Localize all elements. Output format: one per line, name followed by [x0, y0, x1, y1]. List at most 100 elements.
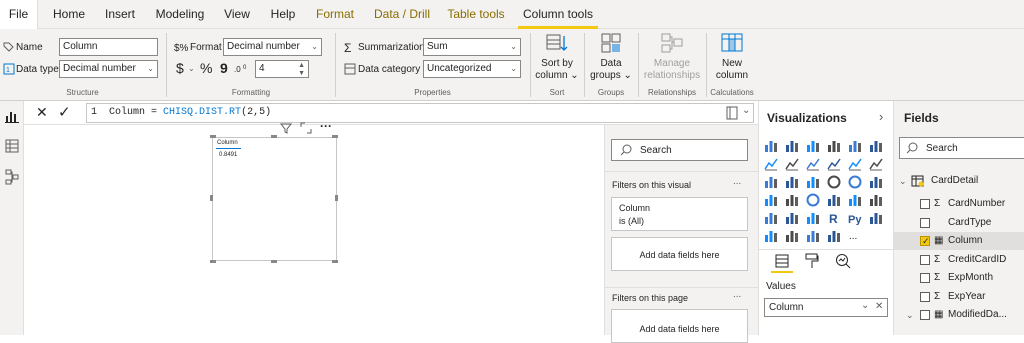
- format-select[interactable]: Decimal number ⌄: [223, 38, 322, 56]
- field-item[interactable]: Σ ExpYear: [894, 288, 1024, 306]
- report-canvas[interactable]: ··· Column 0.8491: [24, 119, 604, 335]
- values-field-well[interactable]: Column ⌄ ✕: [764, 298, 888, 317]
- funnel-icon[interactable]: [785, 175, 799, 189]
- 100-bar-icon[interactable]: [848, 139, 862, 153]
- treemap-icon[interactable]: [869, 175, 883, 189]
- filters-search-box[interactable]: Search: [611, 139, 748, 161]
- pie-chart-icon[interactable]: [827, 175, 841, 189]
- field-checkbox[interactable]: ✓: [920, 236, 930, 246]
- chevron-down-icon[interactable]: ⌄: [906, 306, 914, 324]
- field-item[interactable]: Σ ExpMonth: [894, 269, 1024, 287]
- stacked-bar-icon[interactable]: [764, 139, 778, 153]
- resize-handle[interactable]: [210, 260, 216, 263]
- python-visual-icon[interactable]: Py: [848, 211, 862, 225]
- name-input[interactable]: Column: [59, 38, 158, 56]
- more-visuals-icon[interactable]: ...: [848, 229, 862, 243]
- more-options-icon[interactable]: ...: [733, 289, 741, 300]
- sort-by-column-button[interactable]: Sort by column ⌄: [533, 31, 581, 87]
- menu-format[interactable]: Format: [310, 0, 360, 29]
- field-checkbox[interactable]: [920, 254, 930, 265]
- menu-help[interactable]: Help: [264, 0, 302, 29]
- cancel-formula-icon[interactable]: ✕: [36, 104, 48, 121]
- data-view-icon[interactable]: [5, 139, 19, 153]
- chevron-down-icon[interactable]: ⌄: [742, 105, 750, 116]
- currency-button[interactable]: $: [176, 60, 184, 76]
- card-visual[interactable]: Column 0.8491: [212, 137, 337, 261]
- chevron-down-icon[interactable]: ⌄: [861, 300, 869, 311]
- clustered-column-icon[interactable]: [827, 139, 841, 153]
- stacked-column-icon[interactable]: [785, 139, 799, 153]
- table-icon[interactable]: [785, 211, 799, 225]
- percent-button[interactable]: %: [200, 60, 212, 76]
- menu-table-tools[interactable]: Table tools: [444, 0, 508, 29]
- menu-modeling[interactable]: Modeling: [150, 0, 210, 29]
- field-item[interactable]: Σ CreditCardID: [894, 251, 1024, 269]
- paint-roller-icon[interactable]: [805, 253, 819, 269]
- field-checkbox[interactable]: [920, 291, 930, 302]
- clustered-bar-icon[interactable]: [806, 139, 820, 153]
- field-checkbox[interactable]: [920, 273, 930, 283]
- field-checkbox[interactable]: [920, 217, 930, 228]
- ribbon-chart-icon[interactable]: [869, 157, 883, 171]
- fields-well-icon[interactable]: [775, 254, 789, 268]
- field-item[interactable]: ✓ ▦ Column: [894, 232, 1024, 250]
- kpi-icon[interactable]: [869, 193, 883, 207]
- add-data-fields-page[interactable]: Add data fields here: [611, 309, 748, 343]
- multirow-card-icon[interactable]: [848, 193, 862, 207]
- field-item[interactable]: Σ CardNumber: [894, 195, 1024, 213]
- decimals-stepper[interactable]: 4 ▲ ▼: [255, 60, 309, 78]
- menu-data-drill[interactable]: Data / Drill: [368, 0, 436, 29]
- new-column-button[interactable]: New column: [708, 31, 756, 87]
- field-checkbox[interactable]: [920, 199, 930, 209]
- filter-icon[interactable]: [280, 122, 292, 134]
- qa-icon[interactable]: [785, 229, 799, 243]
- line-column-icon[interactable]: [827, 157, 841, 171]
- decomposition-tree-icon[interactable]: [764, 229, 778, 243]
- fields-search-box[interactable]: Search: [899, 137, 1024, 159]
- narrative-icon[interactable]: [806, 229, 820, 243]
- formula-input[interactable]: 1 Column = CHISQ.DIST.RT(2,5): [86, 103, 754, 123]
- model-view-icon[interactable]: [5, 169, 19, 185]
- chevron-right-icon[interactable]: ›: [879, 109, 883, 124]
- focus-mode-icon[interactable]: [300, 122, 312, 134]
- comma-button[interactable]: 9: [220, 60, 228, 76]
- filter-card-column[interactable]: Column is (All): [611, 197, 748, 231]
- analytics-icon[interactable]: [835, 253, 851, 269]
- key-influencers-icon[interactable]: [869, 211, 883, 225]
- menu-home[interactable]: Home: [48, 0, 90, 29]
- 100-column-icon[interactable]: [869, 139, 883, 153]
- line-clustered-icon[interactable]: [848, 157, 862, 171]
- report-view-icon[interactable]: [5, 109, 19, 123]
- summarization-select[interactable]: Sum ⌄: [423, 38, 521, 56]
- remove-field-icon[interactable]: ✕: [875, 301, 883, 312]
- scatter-icon[interactable]: [806, 175, 820, 189]
- decimal-places-icon[interactable]: .0 0: [234, 62, 252, 74]
- data-groups-button[interactable]: Data groups ⌄: [587, 31, 635, 87]
- field-item[interactable]: CardType: [894, 214, 1024, 232]
- area-chart-icon[interactable]: [785, 157, 799, 171]
- add-data-fields-visual[interactable]: Add data fields here: [611, 237, 748, 271]
- r-visual-icon[interactable]: R: [827, 211, 841, 225]
- more-options-icon[interactable]: ...: [733, 176, 741, 187]
- slicer-icon[interactable]: [764, 211, 778, 225]
- line-chart-icon[interactable]: [764, 157, 778, 171]
- resize-handle[interactable]: [332, 260, 338, 263]
- resize-handle[interactable]: [210, 135, 216, 138]
- formula-expand-icon[interactable]: [726, 106, 738, 120]
- field-item[interactable]: ▦ ⌄ ModifiedDa...: [894, 306, 1024, 324]
- resize-handle[interactable]: [332, 135, 338, 138]
- donut-icon[interactable]: [848, 175, 862, 189]
- map-icon[interactable]: [764, 193, 778, 207]
- resize-handle[interactable]: [271, 135, 277, 138]
- menu-insert[interactable]: Insert: [98, 0, 142, 29]
- waterfall-icon[interactable]: [764, 175, 778, 189]
- matrix-icon[interactable]: [806, 211, 820, 225]
- menu-view[interactable]: View: [218, 0, 256, 29]
- table-row-carddetail[interactable]: ⌄ CardDetail: [894, 172, 1024, 190]
- chevron-down-icon[interactable]: ⌄: [899, 172, 907, 190]
- gauge-icon[interactable]: [806, 193, 820, 207]
- datatype-select[interactable]: Decimal number ⌄: [59, 60, 158, 78]
- field-checkbox[interactable]: [920, 310, 930, 320]
- menu-column-tools[interactable]: Column tools: [518, 0, 598, 29]
- paginated-icon[interactable]: [827, 229, 841, 243]
